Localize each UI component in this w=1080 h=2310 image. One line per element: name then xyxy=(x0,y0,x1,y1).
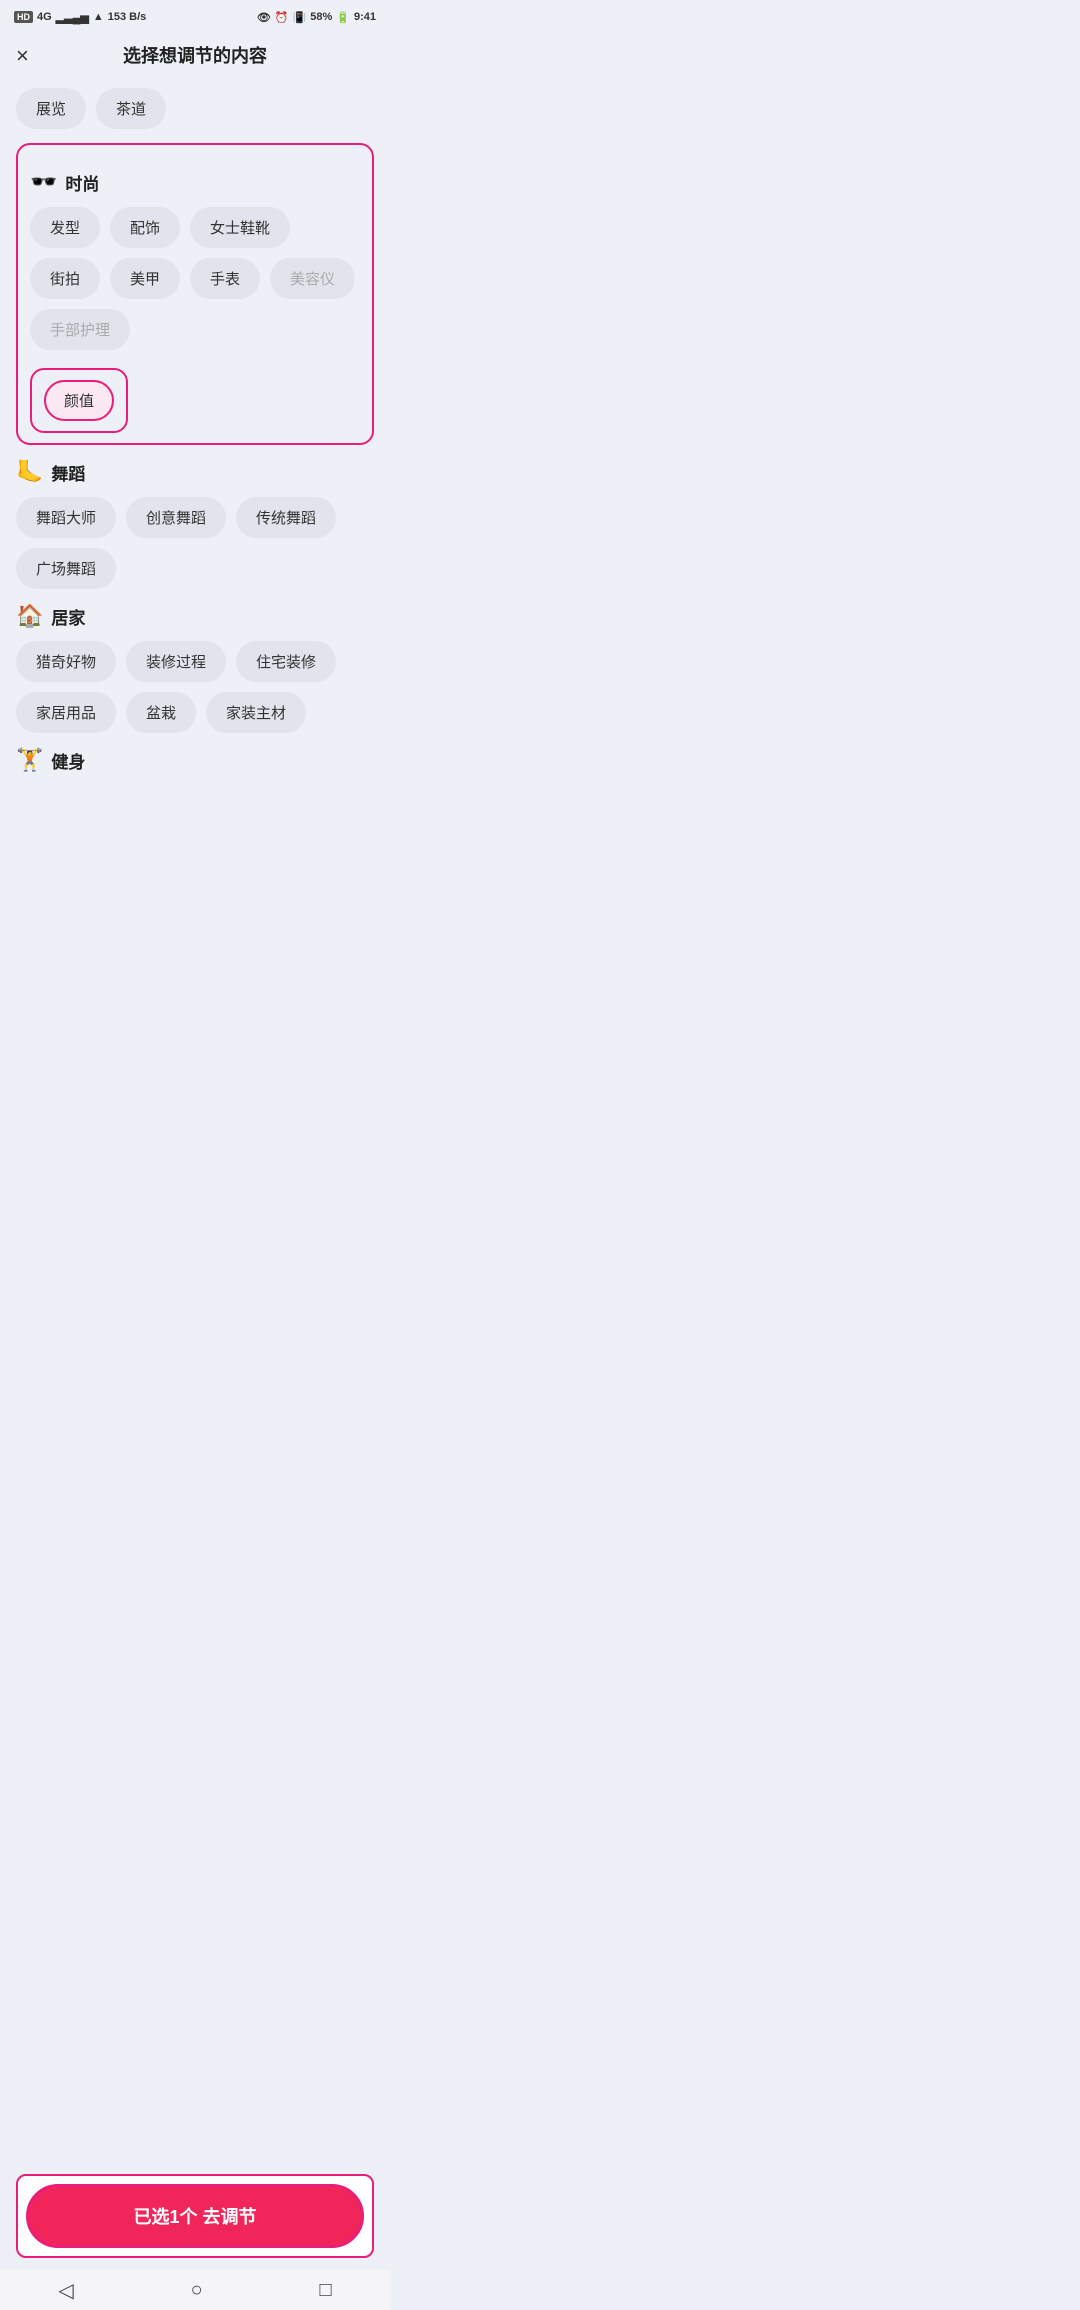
tag-womens-shoes[interactable]: 女士鞋靴 xyxy=(190,207,290,248)
eye-icon: 👁 xyxy=(257,11,271,24)
tag-home-goods[interactable]: 家居用品 xyxy=(16,692,116,733)
tag-traditional-dance[interactable]: 传统舞蹈 xyxy=(236,497,336,538)
dance-icon: 🦶 xyxy=(16,459,43,485)
fitness-title: 健身 xyxy=(51,748,85,773)
status-left: HD 4G ▂▃▄▅ ▲ 153 B/s xyxy=(14,11,146,24)
tag-residential-renovation[interactable]: 住宅装修 xyxy=(236,641,336,682)
battery-icon: 🔋 xyxy=(336,11,350,24)
tag-manicure[interactable]: 美甲 xyxy=(110,258,180,299)
nav-bar: ◁ ○ □ xyxy=(0,2270,390,2310)
confirm-button[interactable]: 已选1个 去调节 xyxy=(26,2184,364,2248)
tag-bonsai[interactable]: 盆栽 xyxy=(126,692,196,733)
signal-bars: ▂▃▄▅ xyxy=(56,11,89,24)
tag-yanzhi-selected[interactable]: 颜值 xyxy=(44,380,114,421)
home-section-header: 🏠 居家 xyxy=(16,603,374,629)
nav-home-button[interactable]: ○ xyxy=(191,2279,203,2302)
tag-accessories[interactable]: 配饰 xyxy=(110,207,180,248)
battery-pct: 58% xyxy=(310,11,332,23)
tag-curiosity[interactable]: 猎奇好物 xyxy=(16,641,116,682)
clock: 9:41 xyxy=(354,11,376,23)
tag-tea[interactable]: 茶道 xyxy=(96,88,166,129)
home-title: 居家 xyxy=(51,604,85,629)
home-tags-row: 猎奇好物 装修过程 住宅装修 家居用品 盆栽 家装主材 xyxy=(16,641,374,733)
tag-watch[interactable]: 手表 xyxy=(190,258,260,299)
tag-square-dance[interactable]: 广场舞蹈 xyxy=(16,548,116,589)
tag-exhibition[interactable]: 展览 xyxy=(16,88,86,129)
close-button[interactable]: × xyxy=(16,45,29,67)
status-right: 👁 ⏰ 📳 58% 🔋 9:41 xyxy=(257,11,376,24)
hd-badge: HD xyxy=(14,11,33,23)
dance-section: 🦶 舞蹈 舞蹈大师 创意舞蹈 传统舞蹈 广场舞蹈 xyxy=(16,459,374,589)
tag-dance-master[interactable]: 舞蹈大师 xyxy=(16,497,116,538)
tag-home-materials[interactable]: 家装主材 xyxy=(206,692,306,733)
page-title: 选择想调节的内容 xyxy=(123,42,267,68)
fashion-tags-row: 发型 配饰 女士鞋靴 街拍 美甲 手表 美容仪 手部护理 xyxy=(30,207,360,350)
status-bar: HD 4G ▂▃▄▅ ▲ 153 B/s 👁 ⏰ 📳 58% 🔋 9:41 xyxy=(0,0,390,32)
top-tags-row: 展览 茶道 xyxy=(16,88,374,129)
header: × 选择想调节的内容 xyxy=(0,32,390,80)
tag-creative-dance[interactable]: 创意舞蹈 xyxy=(126,497,226,538)
tag-renovation-process[interactable]: 装修过程 xyxy=(126,641,226,682)
confirm-area: 已选1个 去调节 xyxy=(16,2174,374,2258)
yanzhi-selected-container: 颜值 xyxy=(30,368,128,433)
network-signal: 4G xyxy=(37,11,52,23)
content-area: 展览 茶道 🕶️ 时尚 发型 配饰 女士鞋靴 街拍 美甲 手表 美容仪 手部护理… xyxy=(0,80,390,885)
home-section: 🏠 居家 猎奇好物 装修过程 住宅装修 家居用品 盆栽 家装主材 xyxy=(16,603,374,733)
bottom-bar: 已选1个 去调节 xyxy=(0,2174,390,2270)
speed: 153 B/s xyxy=(108,11,147,23)
fitness-section: 🏋️ 健身 xyxy=(16,747,374,773)
dance-section-header: 🦶 舞蹈 xyxy=(16,459,374,485)
fashion-section-container: 🕶️ 时尚 发型 配饰 女士鞋靴 街拍 美甲 手表 美容仪 手部护理 颜值 xyxy=(16,143,374,445)
tag-hand-care[interactable]: 手部护理 xyxy=(30,309,130,350)
vibrate-icon: 📳 xyxy=(293,11,307,24)
fashion-icon: 🕶️ xyxy=(30,169,57,195)
home-icon: 🏠 xyxy=(16,603,43,629)
tag-street-photo[interactable]: 街拍 xyxy=(30,258,100,299)
fashion-title: 时尚 xyxy=(65,170,99,195)
fashion-section-header: 🕶️ 时尚 xyxy=(30,169,360,195)
fitness-icon: 🏋️ xyxy=(16,747,43,773)
tag-beauty-device[interactable]: 美容仪 xyxy=(270,258,355,299)
dance-title: 舞蹈 xyxy=(51,460,85,485)
dance-tags-row: 舞蹈大师 创意舞蹈 传统舞蹈 广场舞蹈 xyxy=(16,497,374,589)
nav-recent-button[interactable]: □ xyxy=(319,2279,331,2302)
wifi-icon: ▲ xyxy=(93,11,104,23)
nav-back-button[interactable]: ◁ xyxy=(58,2278,73,2303)
fitness-section-header: 🏋️ 健身 xyxy=(16,747,374,773)
tag-hairstyle[interactable]: 发型 xyxy=(30,207,100,248)
alarm-icon: ⏰ xyxy=(275,11,289,24)
